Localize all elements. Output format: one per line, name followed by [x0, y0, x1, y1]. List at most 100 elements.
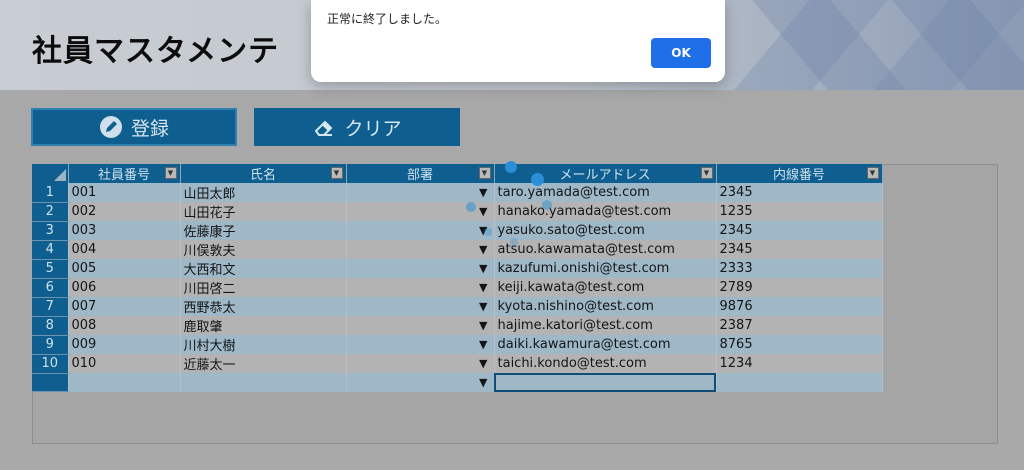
table-row[interactable]: 10 010 近藤太一 ▼ taichi.kondo@test.com 1234	[32, 354, 883, 374]
filter-dropdown-icon[interactable]: ▼	[700, 167, 713, 179]
cell-department-dropdown[interactable]: ▼	[346, 335, 495, 354]
cell-email[interactable]: taichi.kondo@test.com	[494, 354, 717, 373]
cell-employee-id[interactable]: 010	[68, 354, 181, 373]
select-all-corner[interactable]	[32, 164, 69, 183]
cell-name[interactable]: 川俣敦夫	[180, 240, 347, 259]
cell-employee-id[interactable]	[68, 373, 181, 392]
row-number[interactable]: 7	[32, 297, 69, 317]
cell-employee-id[interactable]: 001	[68, 183, 181, 202]
cell-email[interactable]: kazufumi.onishi@test.com	[494, 259, 717, 278]
cell-email[interactable]: daiki.kawamura@test.com	[494, 335, 717, 354]
cell-name[interactable]: 近藤太一	[180, 354, 347, 373]
filter-dropdown-icon[interactable]: ▼	[866, 167, 879, 179]
cell-extension[interactable]: 2345	[716, 183, 883, 202]
cell-name[interactable]: 川村大樹	[180, 335, 347, 354]
column-header-name[interactable]: 氏名 ▼	[180, 164, 347, 183]
cell-extension[interactable]: 2345	[716, 221, 883, 240]
cell-extension[interactable]: 9876	[716, 297, 883, 316]
table-row[interactable]: 6 006 川田啓二 ▼ keiji.kawata@test.com 2789	[32, 278, 883, 298]
loading-spinner-dot	[484, 228, 492, 236]
loading-spinner-dot	[505, 161, 517, 173]
cell-email[interactable]: yasuko.sato@test.com	[494, 221, 717, 240]
row-number[interactable]: 6	[32, 278, 69, 298]
cell-email[interactable]: hajime.katori@test.com	[494, 316, 717, 335]
loading-spinner-dot	[510, 238, 518, 246]
row-number[interactable]: 1	[32, 183, 69, 203]
cell-extension[interactable]: 1234	[716, 354, 883, 373]
cell-employee-id[interactable]: 002	[68, 202, 181, 221]
table-row[interactable]: 5 005 大西和文 ▼ kazufumi.onishi@test.com 23…	[32, 259, 883, 279]
cell-name[interactable]: 鹿取肇	[180, 316, 347, 335]
register-button-label: 登録	[130, 117, 169, 140]
cell-employee-id[interactable]: 009	[68, 335, 181, 354]
column-header-dept[interactable]: 部署 ▼	[346, 164, 495, 183]
cell-employee-id[interactable]: 004	[68, 240, 181, 259]
cell-extension[interactable]	[716, 373, 883, 392]
table-row[interactable]: 9 009 川村大樹 ▼ daiki.kawamura@test.com 876…	[32, 335, 883, 355]
pencil-icon	[99, 115, 123, 139]
cell-extension[interactable]: 2387	[716, 316, 883, 335]
cell-email[interactable]: hanako.yamada@test.com	[494, 202, 717, 221]
cell-employee-id[interactable]: 003	[68, 221, 181, 240]
cell-department-dropdown[interactable]: ▼	[346, 316, 495, 335]
clear-button-label: クリア	[344, 117, 402, 140]
row-number[interactable]: 2	[32, 202, 69, 222]
table-row[interactable]: 2 002 山田花子 ▼ hanako.yamada@test.com 1235	[32, 202, 883, 222]
cell-email[interactable]: taro.yamada@test.com	[494, 183, 717, 202]
cell-name[interactable]: 西野恭太	[180, 297, 347, 316]
cell-email[interactable]: keiji.kawata@test.com	[494, 278, 717, 297]
cell-email[interactable]	[494, 373, 717, 392]
cell-email[interactable]: kyota.nishino@test.com	[494, 297, 717, 316]
table-row[interactable]: 3 003 佐藤康子 ▼ yasuko.sato@test.com 2345	[32, 221, 883, 241]
cell-extension[interactable]: 2789	[716, 278, 883, 297]
cell-department-dropdown[interactable]: ▼	[346, 183, 495, 202]
cell-department-dropdown[interactable]: ▼	[346, 297, 495, 316]
cell-employee-id[interactable]: 006	[68, 278, 181, 297]
filter-dropdown-icon[interactable]: ▼	[330, 167, 343, 179]
cell-extension[interactable]: 2333	[716, 259, 883, 278]
cell-name[interactable]: 大西和文	[180, 259, 347, 278]
column-header-label: 部署	[406, 168, 433, 183]
cell-name[interactable]	[180, 373, 347, 392]
row-number[interactable]: 4	[32, 240, 69, 260]
cell-extension[interactable]: 2345	[716, 240, 883, 259]
clear-button[interactable]: クリア	[254, 108, 460, 146]
cell-department-dropdown[interactable]: ▼	[346, 354, 495, 373]
row-number[interactable]: 9	[32, 335, 69, 355]
row-number[interactable]: 5	[32, 259, 69, 279]
row-number[interactable]: 8	[32, 316, 69, 336]
cell-name[interactable]: 山田花子	[180, 202, 347, 221]
loading-spinner-dot	[466, 202, 476, 212]
cell-name[interactable]: 山田太郎	[180, 183, 347, 202]
cell-extension[interactable]: 8765	[716, 335, 883, 354]
cell-name[interactable]: 川田啓二	[180, 278, 347, 297]
ok-button[interactable]: OK	[651, 38, 711, 68]
table-row[interactable]: ▼	[32, 373, 883, 393]
row-number[interactable]	[32, 373, 69, 393]
cell-department-dropdown[interactable]: ▼	[346, 259, 495, 278]
row-number[interactable]: 3	[32, 221, 69, 241]
filter-dropdown-icon[interactable]: ▼	[164, 167, 177, 179]
cell-employee-id[interactable]: 007	[68, 297, 181, 316]
cell-employee-id[interactable]: 005	[68, 259, 181, 278]
column-header-id[interactable]: 社員番号 ▼	[68, 164, 181, 183]
table-row[interactable]: 7 007 西野恭太 ▼ kyota.nishino@test.com 9876	[32, 297, 883, 317]
filter-dropdown-icon[interactable]: ▼	[478, 167, 491, 179]
table-row[interactable]: 1 001 山田太郎 ▼ taro.yamada@test.com 2345	[32, 183, 883, 203]
cell-name[interactable]: 佐藤康子	[180, 221, 347, 240]
row-number[interactable]: 10	[32, 354, 69, 374]
cell-department-dropdown[interactable]: ▼	[346, 240, 495, 259]
column-header-email[interactable]: メールアドレス ▼	[494, 164, 717, 183]
register-button[interactable]: 登録	[31, 108, 237, 146]
cell-department-dropdown[interactable]: ▼	[346, 373, 495, 392]
eraser-icon	[312, 115, 336, 139]
cell-department-dropdown[interactable]: ▼	[346, 278, 495, 297]
cell-email[interactable]: atsuo.kawamata@test.com	[494, 240, 717, 259]
cell-employee-id[interactable]: 008	[68, 316, 181, 335]
cell-extension[interactable]: 1235	[716, 202, 883, 221]
column-header-ext[interactable]: 内線番号 ▼	[716, 164, 883, 183]
table-row[interactable]: 8 008 鹿取肇 ▼ hajime.katori@test.com 2387	[32, 316, 883, 336]
cell-department-dropdown[interactable]: ▼	[346, 221, 495, 240]
table-row[interactable]: 4 004 川俣敦夫 ▼ atsuo.kawamata@test.com 234…	[32, 240, 883, 260]
dialog-message: 正常に終了しました。	[327, 12, 448, 26]
